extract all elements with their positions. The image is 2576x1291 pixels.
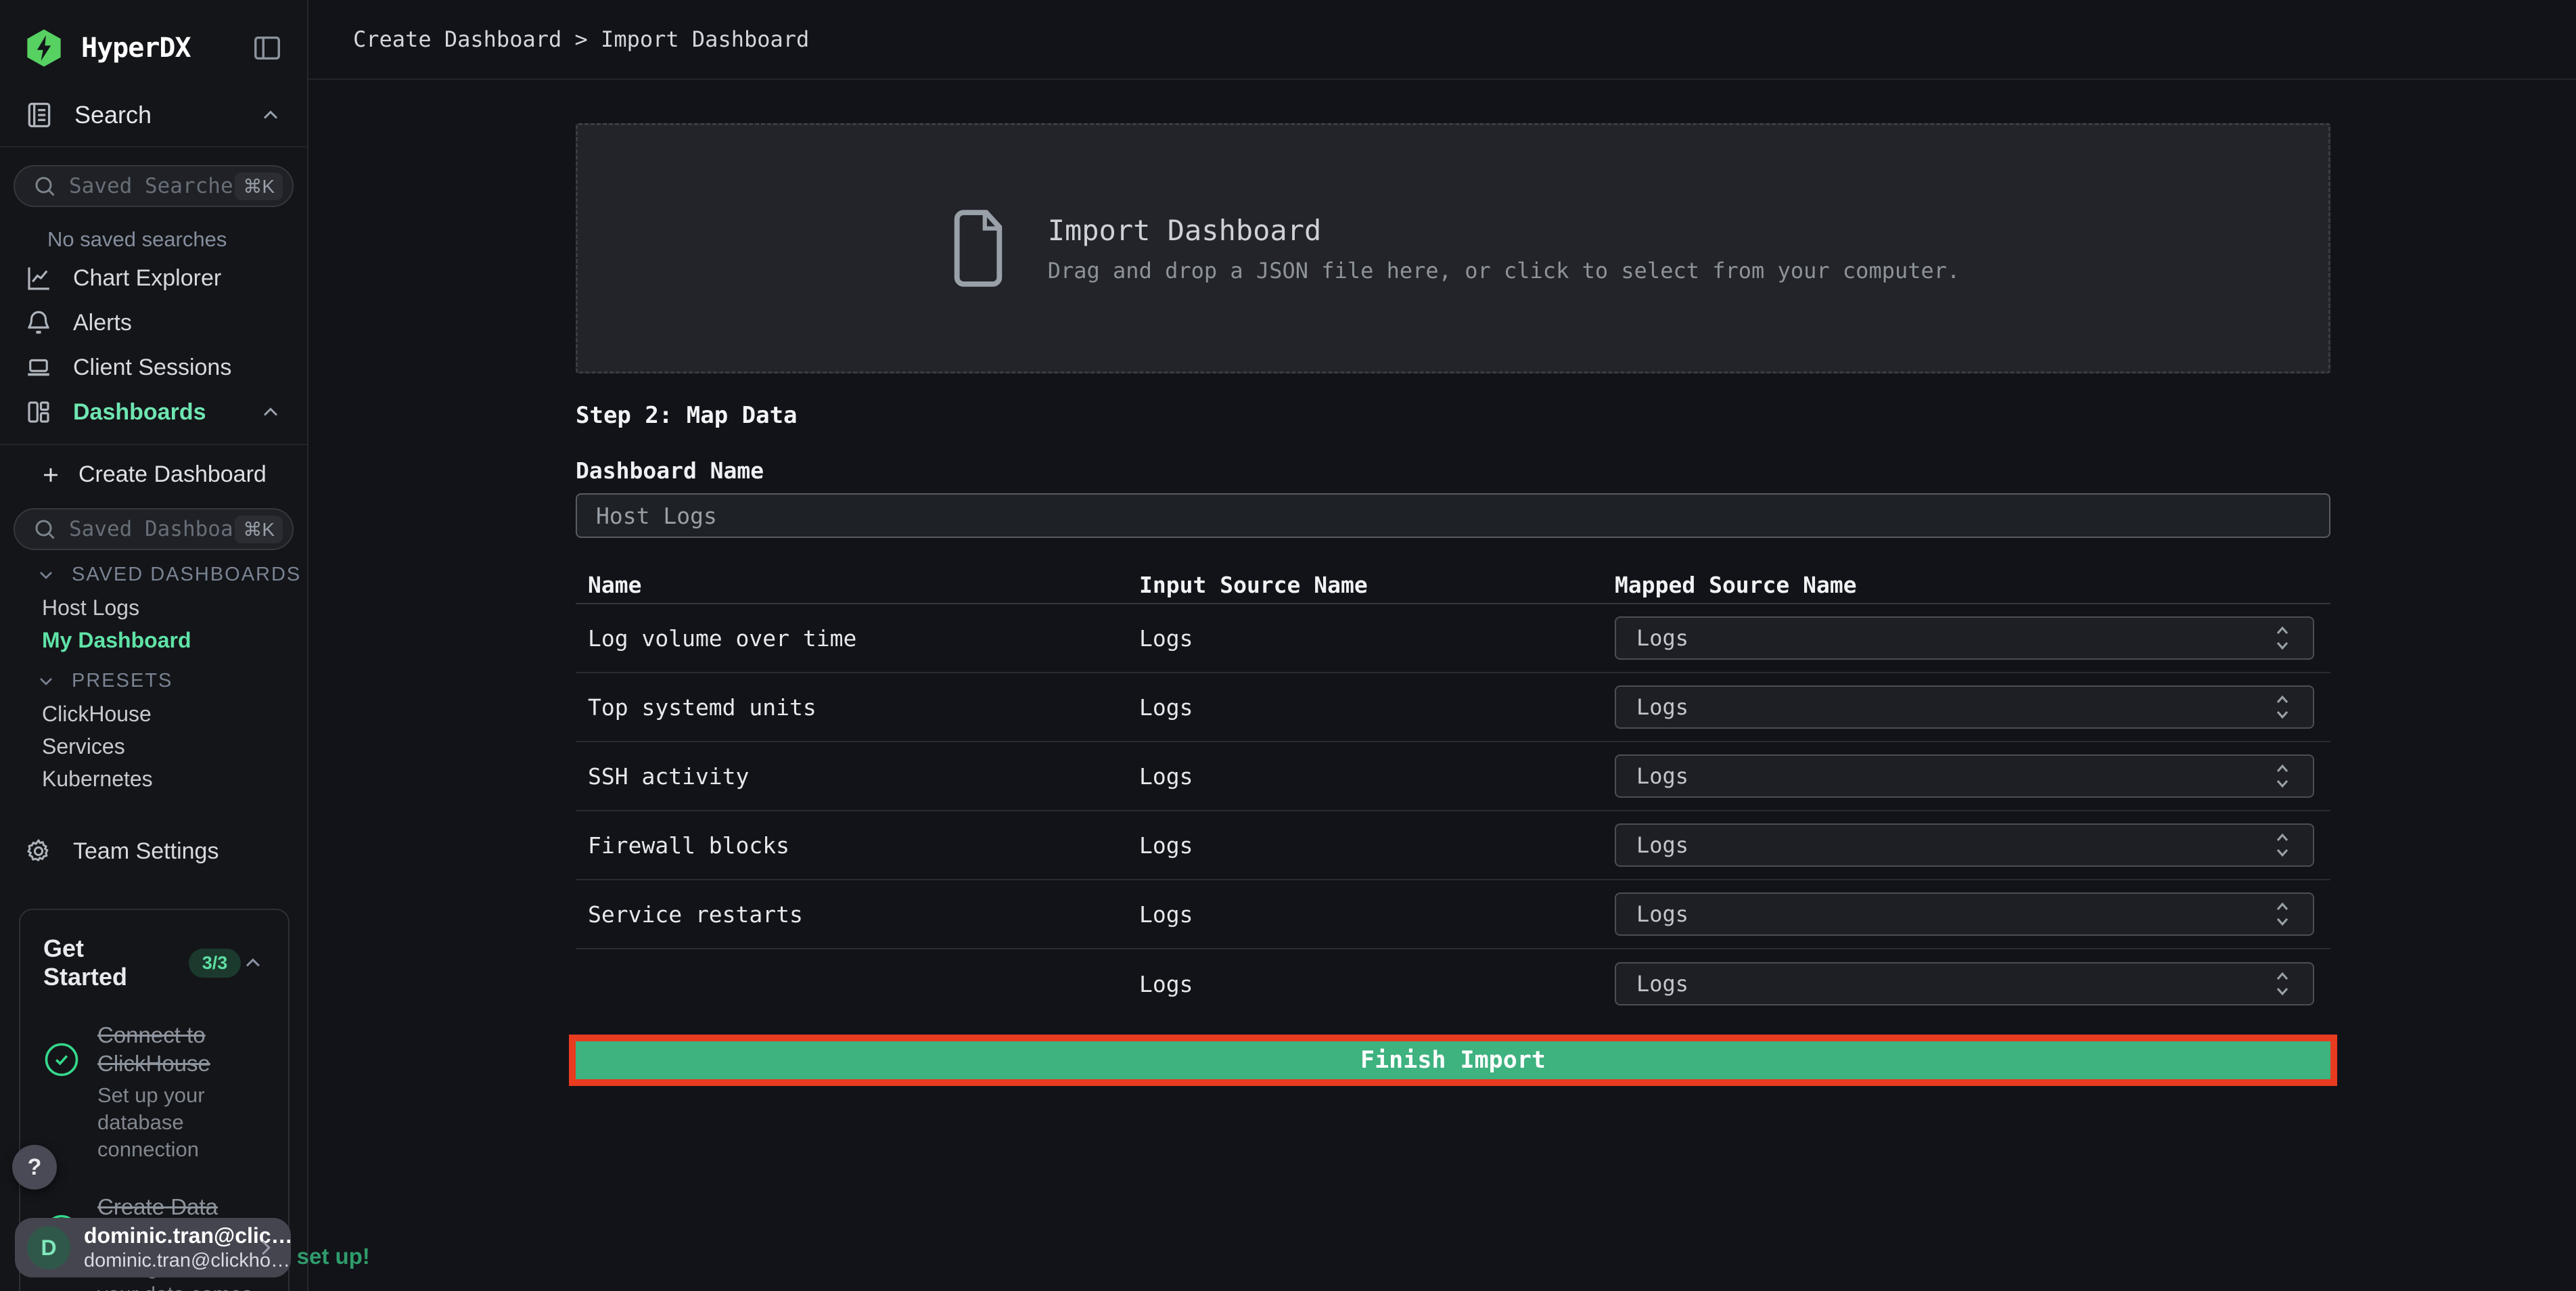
- sidebar-dashboard-my-dashboard[interactable]: My Dashboard: [0, 624, 307, 656]
- chevron-up-icon: [263, 110, 278, 119]
- dropzone-subtitle: Drag and drop a JSON file here, or click…: [1047, 257, 1960, 284]
- table-row: Firewall blocks Logs Logs: [576, 811, 2330, 880]
- app-root: HyperDX Search Saved Searches ⌘K No save…: [0, 0, 2576, 1291]
- column-header-mapped-source: Mapped Source Name: [1615, 571, 1857, 598]
- sidebar-item-alerts[interactable]: Alerts: [0, 300, 307, 345]
- select-chevrons-icon: [2276, 764, 2288, 788]
- avatar: D: [27, 1226, 70, 1269]
- user-profile-chip[interactable]: D dominic.tran@clic… dominic.tran@clickh…: [15, 1218, 293, 1277]
- table-row: Logs Logs: [576, 949, 2330, 1018]
- sidebar-divider: [0, 146, 307, 148]
- select-chevrons-icon: [2276, 833, 2288, 857]
- user-email: dominic.tran@clickho…: [84, 1250, 291, 1271]
- chevron-down-icon: [40, 677, 52, 685]
- shortcut-badge: ⌘K: [235, 515, 283, 543]
- saved-dashboards-search[interactable]: ⌘K: [14, 508, 294, 550]
- sidebar-item-client-sessions[interactable]: Client Sessions: [0, 345, 307, 390]
- search-panel-icon: [28, 102, 51, 128]
- select-chevrons-icon: [2276, 902, 2288, 926]
- table-row: SSH activity Logs Logs: [576, 742, 2330, 811]
- select-chevrons-icon: [2276, 626, 2288, 650]
- panel-left-icon: [254, 36, 280, 60]
- dashboard-name-input[interactable]: [576, 493, 2330, 538]
- no-saved-searches-note: No saved searches: [47, 227, 227, 251]
- select-chevrons-icon: [2276, 972, 2288, 996]
- search-section-label: Search: [74, 101, 152, 129]
- sidebar-collapse-button[interactable]: [252, 32, 283, 64]
- chart-icon: [28, 267, 49, 290]
- user-name: dominic.tran@clic…: [84, 1223, 293, 1248]
- create-dashboard-button[interactable]: Create Dashboard: [0, 445, 307, 491]
- get-started-item[interactable]: Connect to ClickHouse Set up your databa…: [43, 1021, 265, 1163]
- shortcut-badge: ⌘K: [235, 172, 283, 200]
- chevron-up-icon: [263, 407, 278, 416]
- select-chevrons-icon: [2276, 695, 2288, 719]
- dashboard-name-label: Dashboard Name: [576, 457, 764, 484]
- presets-section-toggle[interactable]: PRESETS: [0, 656, 307, 698]
- mapped-source-select[interactable]: Logs: [1615, 823, 2314, 867]
- mapped-source-select[interactable]: Logs: [1615, 754, 2314, 798]
- get-started-title: Get Started: [43, 934, 128, 991]
- table-row: Service restarts Logs Logs: [576, 880, 2330, 949]
- plus-icon: [44, 468, 58, 482]
- preset-clickhouse[interactable]: ClickHouse: [0, 698, 307, 730]
- table-row: Log volume over time Logs Logs: [576, 604, 2330, 673]
- saved-searches-input[interactable]: [69, 174, 235, 198]
- saved-searches-search[interactable]: ⌘K: [14, 165, 294, 207]
- sidebar-dashboard-host-logs[interactable]: Host Logs: [0, 591, 307, 624]
- saved-dashboards-section-toggle[interactable]: SAVED DASHBOARDS: [0, 550, 307, 591]
- chevron-up-icon[interactable]: [241, 951, 265, 975]
- chevron-right-icon: [262, 1240, 271, 1255]
- mapped-source-select[interactable]: Logs: [1615, 962, 2314, 1005]
- step-title: Step 2: Map Data: [576, 402, 798, 429]
- click-target-annotation: Finish Import: [569, 1035, 2337, 1086]
- mapped-source-select[interactable]: Logs: [1615, 892, 2314, 936]
- magnifier-icon: [35, 177, 55, 196]
- chevron-down-icon: [40, 571, 52, 579]
- mapped-source-select[interactable]: Logs: [1615, 685, 2314, 729]
- help-button[interactable]: ?: [12, 1145, 57, 1190]
- mapping-table-header: Name Input Source Name Mapped Source Nam…: [576, 566, 2330, 604]
- laptop-icon: [28, 359, 49, 376]
- import-dropzone[interactable]: Import Dashboard Drag and drop a JSON fi…: [576, 123, 2330, 373]
- dropzone-title: Import Dashboard: [1047, 213, 1322, 247]
- file-icon: [954, 210, 1002, 287]
- bell-icon: [28, 311, 49, 334]
- hyperdx-logo-icon: [27, 29, 61, 67]
- mapping-table: Name Input Source Name Mapped Source Nam…: [576, 566, 2330, 1018]
- main-area: Create Dashboard > Import Dashboard Impo…: [308, 0, 2576, 1291]
- sidebar-item-chart-explorer[interactable]: Chart Explorer: [0, 256, 307, 300]
- check-circle-icon: [45, 1043, 78, 1077]
- search-section-toggle[interactable]: Search: [0, 88, 307, 146]
- table-row: Top systemd units Logs Logs: [576, 673, 2330, 742]
- mapped-source-select[interactable]: Logs: [1615, 616, 2314, 660]
- column-header-input-source: Input Source Name: [1139, 571, 1368, 598]
- logo-row: HyperDX: [0, 0, 307, 88]
- sidebar: HyperDX Search Saved Searches ⌘K No save…: [0, 0, 370, 1291]
- preset-kubernetes[interactable]: Kubernetes: [0, 763, 307, 795]
- dashboards-icon: [28, 401, 49, 423]
- gear-icon: [27, 839, 49, 861]
- brand-title: HyperDX: [81, 32, 191, 64]
- sidebar-item-dashboards[interactable]: Dashboards: [0, 390, 307, 434]
- breadcrumb: Create Dashboard > Import Dashboard: [353, 26, 810, 52]
- sidebar-item-team-settings[interactable]: Team Settings: [0, 829, 307, 874]
- saved-dashboards-input[interactable]: [69, 517, 235, 541]
- preset-services[interactable]: Services: [0, 730, 307, 763]
- finish-import-button[interactable]: Finish Import: [576, 1041, 2330, 1079]
- column-header-name: Name: [588, 571, 642, 598]
- page-header: Create Dashboard > Import Dashboard: [308, 0, 2576, 80]
- get-started-progress-badge: 3/3: [188, 948, 242, 978]
- magnifier-icon: [35, 520, 55, 539]
